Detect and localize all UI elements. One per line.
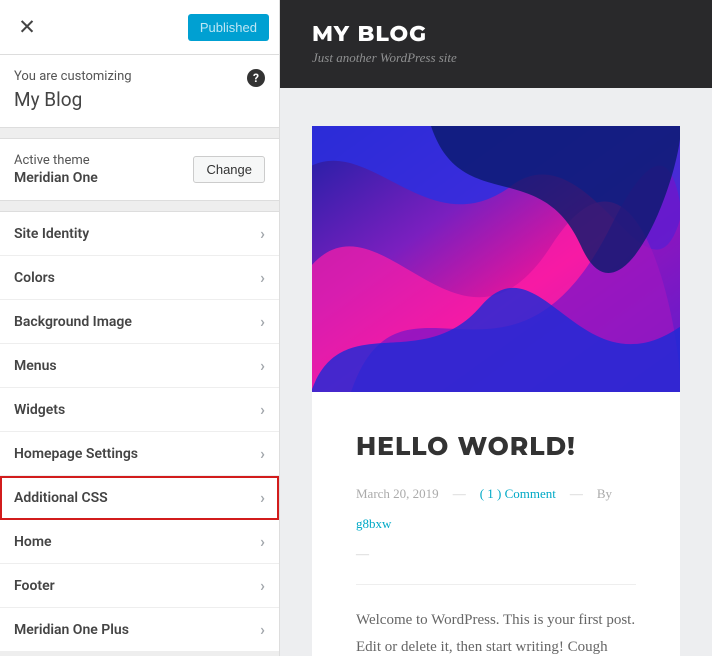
post-body: HELLO WORLD! March 20, 2019 — ( 1 ) Comm… bbox=[312, 392, 680, 656]
site-title: MY BLOG bbox=[312, 20, 680, 47]
section-label: Colors bbox=[14, 270, 55, 286]
section-background-image[interactable]: Background Image › bbox=[0, 300, 279, 344]
post-date: March 20, 2019 bbox=[356, 486, 439, 502]
customizing-label: You are customizing bbox=[14, 69, 265, 84]
chevron-right-icon: › bbox=[260, 268, 265, 287]
section-label: Site Identity bbox=[14, 226, 89, 242]
active-theme-name: Meridian One bbox=[14, 170, 98, 186]
change-theme-button[interactable]: Change bbox=[193, 156, 265, 183]
meta-sep: — bbox=[356, 546, 636, 562]
chevron-right-icon: › bbox=[260, 400, 265, 419]
post-comments-link[interactable]: ( 1 ) Comment bbox=[480, 486, 556, 502]
section-colors[interactable]: Colors › bbox=[0, 256, 279, 300]
section-label: Additional CSS bbox=[14, 490, 108, 506]
section-label: Meridian One Plus bbox=[14, 622, 129, 638]
post-card: HELLO WORLD! March 20, 2019 — ( 1 ) Comm… bbox=[312, 126, 680, 656]
meta-sep: — bbox=[453, 486, 466, 502]
section-site-identity[interactable]: Site Identity › bbox=[0, 211, 279, 256]
post-meta: March 20, 2019 — ( 1 ) Comment — By g8bx… bbox=[356, 486, 636, 562]
meta-sep: — bbox=[570, 486, 583, 502]
section-widgets[interactable]: Widgets › bbox=[0, 388, 279, 432]
section-additional-css[interactable]: Additional CSS › bbox=[0, 476, 279, 520]
site-tagline: Just another WordPress site bbox=[312, 50, 680, 66]
chevron-right-icon: › bbox=[260, 488, 265, 507]
featured-image bbox=[312, 126, 680, 392]
section-footer[interactable]: Footer › bbox=[0, 564, 279, 608]
chevron-right-icon: › bbox=[260, 356, 265, 375]
chevron-right-icon: › bbox=[260, 224, 265, 243]
sidebar-header: ✕ Published bbox=[0, 0, 279, 55]
post-author-link[interactable]: g8bxw bbox=[356, 516, 391, 532]
section-label: Footer bbox=[14, 578, 55, 594]
section-label: Menus bbox=[14, 358, 57, 374]
section-label: Home bbox=[14, 534, 52, 550]
section-home[interactable]: Home › bbox=[0, 520, 279, 564]
post-title: HELLO WORLD! bbox=[356, 432, 636, 462]
site-header: MY BLOG Just another WordPress site bbox=[280, 0, 712, 88]
section-label: Background Image bbox=[14, 314, 132, 330]
published-button[interactable]: Published bbox=[188, 14, 269, 41]
post-area: HELLO WORLD! March 20, 2019 — ( 1 ) Comm… bbox=[280, 88, 712, 656]
chevron-right-icon: › bbox=[260, 620, 265, 639]
site-preview: MY BLOG Just another WordPress site bbox=[280, 0, 712, 656]
section-label: Widgets bbox=[14, 402, 65, 418]
post-excerpt: Welcome to WordPress. This is your first… bbox=[356, 607, 636, 656]
post-by-label: By bbox=[597, 486, 612, 502]
section-meridian-one-plus[interactable]: Meridian One Plus › bbox=[0, 608, 279, 652]
active-theme-label: Active theme bbox=[14, 153, 98, 168]
customizer-sections: Site Identity›Colors›Background Image›Me… bbox=[0, 211, 279, 652]
customizer-sidebar: ✕ Published You are customizing My Blog … bbox=[0, 0, 280, 656]
site-name: My Blog bbox=[14, 88, 265, 111]
help-icon[interactable]: ? bbox=[247, 69, 265, 87]
divider bbox=[356, 584, 636, 585]
active-theme-block: Active theme Meridian One Change bbox=[0, 138, 279, 201]
section-homepage-settings[interactable]: Homepage Settings › bbox=[0, 432, 279, 476]
chevron-right-icon: › bbox=[260, 532, 265, 551]
chevron-right-icon: › bbox=[260, 444, 265, 463]
section-menus[interactable]: Menus › bbox=[0, 344, 279, 388]
section-label: Homepage Settings bbox=[14, 446, 138, 462]
chevron-right-icon: › bbox=[260, 312, 265, 331]
close-icon[interactable]: ✕ bbox=[10, 10, 44, 44]
customizing-info: You are customizing My Blog ? bbox=[0, 55, 279, 128]
chevron-right-icon: › bbox=[260, 576, 265, 595]
